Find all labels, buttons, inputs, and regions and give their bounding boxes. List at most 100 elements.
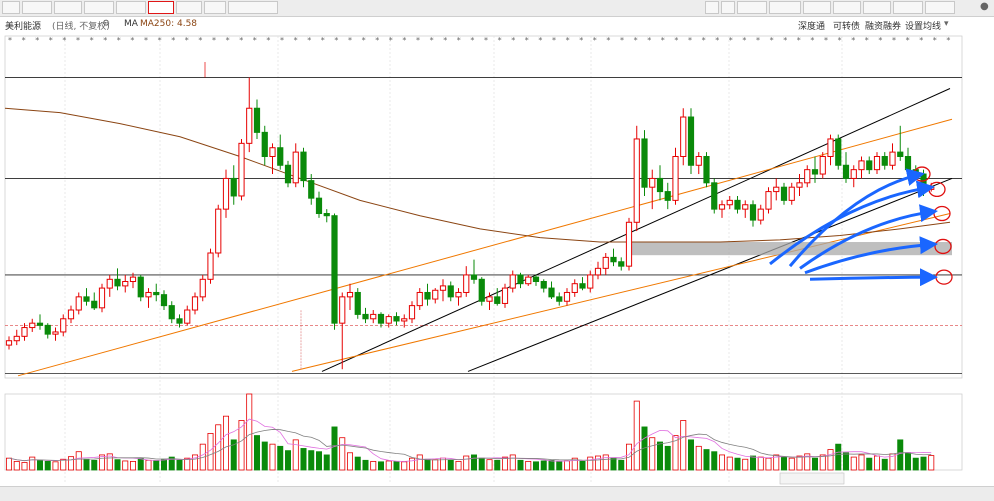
link-set-ma[interactable]: 设置均线 bbox=[905, 19, 941, 32]
candle bbox=[315, 191, 323, 218]
toolbar-right-8[interactable] bbox=[925, 1, 955, 14]
candle bbox=[292, 143, 299, 188]
candle-body bbox=[672, 155, 679, 201]
period-toolbar: ● bbox=[0, 0, 994, 17]
candle-body bbox=[44, 324, 51, 335]
toolbar-right-2[interactable] bbox=[737, 1, 767, 14]
candle bbox=[509, 270, 516, 293]
period-tab-1[interactable] bbox=[22, 1, 52, 14]
candle-body bbox=[649, 177, 656, 188]
candle-body bbox=[866, 160, 873, 171]
candle-body bbox=[122, 281, 129, 287]
volume-bar bbox=[564, 460, 571, 471]
toolbar-right-0[interactable] bbox=[705, 1, 719, 14]
candle bbox=[98, 283, 106, 313]
candle-body bbox=[486, 296, 493, 302]
volume-bar bbox=[788, 457, 795, 471]
marker-star: * bbox=[742, 36, 746, 45]
marker-star: * bbox=[552, 36, 556, 45]
arrow-2 bbox=[799, 204, 938, 270]
volume-bar bbox=[246, 393, 253, 471]
volume-bar bbox=[897, 439, 904, 471]
marker-star: * bbox=[402, 36, 406, 45]
volume-bar bbox=[91, 459, 98, 471]
candle-body bbox=[191, 296, 199, 311]
marker-star: * bbox=[783, 36, 787, 45]
toolbar-right-4[interactable] bbox=[803, 1, 831, 14]
toolbar-right-1[interactable] bbox=[721, 1, 735, 14]
volume-bar bbox=[618, 459, 625, 471]
candle-body bbox=[703, 155, 710, 184]
candle-body bbox=[230, 177, 237, 197]
settings-gear-icon[interactable]: ⚙ bbox=[102, 19, 110, 29]
candle-body bbox=[346, 291, 354, 298]
marker-star: * bbox=[144, 36, 148, 45]
candle-body bbox=[331, 215, 338, 324]
candlestick-chart[interactable]: * * * * * * * * * * * * * * * * * * * * * * * * * * * * * * * * * * * * * * * *… bbox=[0, 0, 994, 500]
volume-bar bbox=[928, 455, 935, 471]
candle-body bbox=[773, 186, 780, 193]
volume-bar bbox=[362, 459, 369, 471]
candle bbox=[153, 283, 160, 302]
period-tab-7[interactable] bbox=[204, 1, 226, 14]
candle-body bbox=[734, 199, 741, 210]
marker-star: * bbox=[212, 36, 216, 45]
chevron-down-icon[interactable]: ▾ bbox=[944, 19, 949, 29]
candle bbox=[641, 130, 648, 196]
volume-bar bbox=[750, 455, 757, 471]
marker-star: * bbox=[103, 36, 107, 45]
toolbar-right-5[interactable] bbox=[833, 1, 861, 14]
period-tab-6[interactable] bbox=[176, 1, 202, 14]
period-tab-3[interactable] bbox=[84, 1, 114, 14]
candle bbox=[455, 288, 462, 306]
volume-bar bbox=[866, 457, 873, 471]
toolbar-right-7[interactable] bbox=[893, 1, 923, 14]
volume-bar bbox=[145, 459, 152, 471]
volume-bar bbox=[905, 452, 912, 471]
link-convertible[interactable]: 可转债 bbox=[833, 19, 860, 32]
candle-body bbox=[757, 208, 764, 221]
candle-body bbox=[215, 208, 222, 254]
marker-star: * bbox=[906, 36, 910, 45]
user-avatar-icon[interactable]: ● bbox=[980, 1, 989, 12]
toolbar-right-3[interactable] bbox=[769, 1, 801, 14]
volume-bar bbox=[339, 437, 346, 471]
candle bbox=[331, 213, 338, 330]
volume-bar bbox=[261, 441, 268, 471]
candle bbox=[897, 125, 904, 161]
candle bbox=[873, 152, 881, 175]
volume-bar bbox=[68, 456, 75, 471]
volume-bar bbox=[176, 459, 183, 471]
marker-star: * bbox=[62, 36, 66, 45]
candle bbox=[501, 283, 509, 308]
period-tab-4[interactable] bbox=[116, 1, 146, 14]
candle bbox=[711, 178, 718, 214]
toolbar-right-6[interactable] bbox=[863, 1, 891, 14]
volume-bar bbox=[331, 426, 338, 471]
candle-body bbox=[517, 274, 524, 285]
mavol2-line bbox=[8, 429, 932, 462]
volume-bar bbox=[703, 449, 710, 471]
link-depth[interactable]: 深度通 bbox=[798, 19, 825, 32]
candle-body bbox=[439, 285, 447, 291]
marker-star: * bbox=[688, 36, 692, 45]
price-panel-frame bbox=[4, 35, 963, 379]
candle-body bbox=[21, 327, 28, 337]
candle-body bbox=[610, 256, 617, 263]
marker-star: * bbox=[117, 36, 121, 45]
period-tab-5[interactable] bbox=[148, 1, 174, 14]
volume-bar bbox=[680, 420, 687, 471]
volume-bar bbox=[60, 458, 67, 471]
candle bbox=[749, 200, 757, 227]
period-tab-0[interactable] bbox=[2, 1, 20, 14]
candle bbox=[835, 134, 842, 170]
candle-body bbox=[176, 318, 183, 324]
link-margin[interactable]: 融资融券 bbox=[865, 19, 901, 32]
candle-body bbox=[98, 287, 106, 309]
period-tab-8[interactable] bbox=[228, 1, 278, 14]
volume-bar bbox=[920, 456, 927, 471]
volume-bar bbox=[6, 457, 12, 471]
volume-bar bbox=[424, 458, 431, 471]
marker-star: * bbox=[878, 36, 882, 45]
period-tab-2[interactable] bbox=[54, 1, 82, 14]
